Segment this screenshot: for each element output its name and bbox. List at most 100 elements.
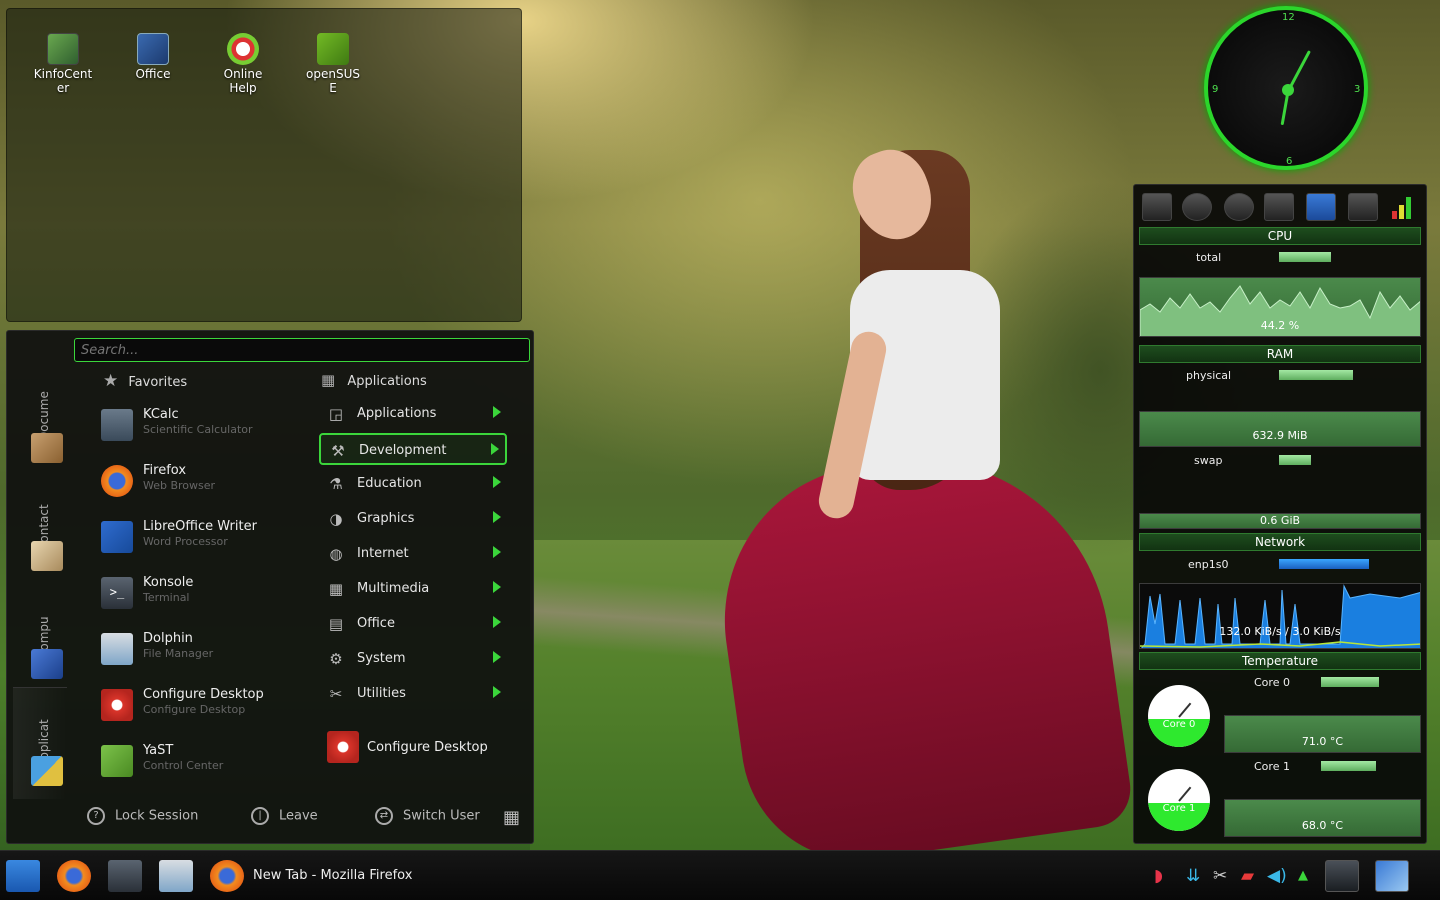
lock-session-button[interactable]: ? Lock Session bbox=[87, 807, 198, 825]
category-label: Office bbox=[357, 616, 395, 631]
firefox-launcher-icon[interactable] bbox=[57, 860, 91, 892]
favorite-subtitle: Control Center bbox=[143, 759, 224, 772]
favorite-title: Firefox bbox=[143, 463, 187, 478]
core1-gauge: Core 1 bbox=[1148, 769, 1210, 831]
core0-label: Core 0 bbox=[1254, 676, 1290, 689]
category-utilities[interactable]: ✂ Utilities bbox=[319, 678, 507, 710]
category-internet[interactable]: ◍ Internet bbox=[319, 538, 507, 570]
desktop-icon-online-help[interactable]: Online Help bbox=[203, 9, 283, 95]
tab-applications[interactable]: Applicat bbox=[13, 687, 67, 799]
writer-icon bbox=[101, 521, 133, 553]
category-office[interactable]: ▤ Office bbox=[319, 608, 507, 640]
expand-tray-icon[interactable]: ▲ bbox=[1298, 867, 1308, 885]
submenu-arrow-icon bbox=[493, 686, 501, 698]
film-icon: ▦ bbox=[328, 580, 344, 598]
desktop-icon-opensuse[interactable]: openSUS E bbox=[293, 9, 373, 95]
ram-physical-bar bbox=[1279, 370, 1353, 380]
favorite-dolphin[interactable]: Dolphin File Manager bbox=[101, 629, 301, 673]
gear-icon: ⚙ bbox=[329, 650, 343, 668]
favorite-yast[interactable]: YaST Control Center bbox=[101, 741, 301, 785]
palette-icon: ◑ bbox=[329, 510, 343, 528]
drive-tray-icon[interactable]: ▰ bbox=[1241, 867, 1254, 885]
category-multimedia[interactable]: ▦ Multimedia bbox=[319, 573, 507, 605]
network-title: Network bbox=[1254, 535, 1306, 549]
submenu-arrow-icon bbox=[493, 406, 501, 418]
desktop-pager-icon[interactable] bbox=[1375, 860, 1409, 892]
launcher-side-tabs: Docume Contact Compu Applicat bbox=[7, 331, 71, 811]
chevrons-down-icon[interactable]: ⇊ bbox=[1186, 867, 1200, 885]
favorite-kcalc[interactable]: KCalc Scientific Calculator bbox=[101, 405, 301, 449]
configure-desktop-label: Configure Desktop bbox=[367, 740, 488, 755]
desktop-icon-office[interactable]: Office bbox=[113, 9, 193, 81]
category-system[interactable]: ⚙ System bbox=[319, 643, 507, 675]
volume-icon[interactable]: ◀) bbox=[1267, 867, 1287, 885]
category-label: Graphics bbox=[357, 511, 415, 526]
scissors-icon[interactable]: ✂ bbox=[1213, 867, 1227, 885]
tab-computer[interactable]: Compu bbox=[13, 579, 67, 691]
applications-icon bbox=[31, 756, 63, 786]
firefox-task-icon[interactable] bbox=[210, 860, 244, 892]
ram-title: RAM bbox=[1266, 347, 1294, 361]
network-bar bbox=[1279, 559, 1369, 569]
dolphin-launcher-icon[interactable] bbox=[159, 860, 193, 892]
memory-icon[interactable] bbox=[1264, 193, 1294, 221]
system-monitor-widget: CPU total 44.2 % RAM physical 632.9 MiB … bbox=[1133, 184, 1427, 844]
konsole-launcher-icon[interactable] bbox=[108, 860, 142, 892]
applications-grid-icon: ▦ bbox=[321, 371, 336, 389]
favorite-title: LibreOffice Writer bbox=[143, 519, 257, 534]
core1-bar bbox=[1321, 761, 1376, 771]
network-icon[interactable] bbox=[1306, 193, 1336, 221]
clock-numeral: 3 bbox=[1354, 84, 1361, 95]
cpu-chip-icon[interactable] bbox=[1348, 193, 1378, 221]
switch-user-icon: ⇄ bbox=[375, 807, 393, 825]
cpu-header: CPU bbox=[1139, 227, 1421, 245]
favorite-subtitle: File Manager bbox=[143, 647, 214, 660]
cpu-title: CPU bbox=[1267, 229, 1293, 243]
app-menu-button[interactable] bbox=[6, 860, 40, 892]
configure-desktop-shortcut[interactable]: Configure Desktop bbox=[327, 731, 527, 765]
submenu-arrow-icon bbox=[493, 581, 501, 593]
network-header: Network bbox=[1139, 533, 1421, 551]
leave-button[interactable]: | Leave bbox=[251, 807, 318, 825]
favorite-subtitle: Word Processor bbox=[143, 535, 228, 548]
system-monitor-icon[interactable] bbox=[1325, 860, 1359, 892]
clock-numeral: 6 bbox=[1286, 156, 1293, 167]
favorites-header: ★ Favorites bbox=[103, 371, 187, 391]
power-icon: | bbox=[251, 807, 269, 825]
cpu-total-bar bbox=[1279, 252, 1331, 262]
category-applications[interactable]: ◲ Applications bbox=[319, 398, 507, 430]
submenu-arrow-icon bbox=[491, 443, 499, 455]
tab-label: Docume bbox=[37, 391, 51, 441]
task-window-title[interactable]: New Tab - Mozilla Firefox bbox=[253, 868, 412, 883]
ram-physical-graph: 632.9 MiB bbox=[1139, 411, 1421, 447]
core1-value: 68.0 °C bbox=[1301, 819, 1344, 832]
favorite-konsole[interactable]: >_ Konsole Terminal bbox=[101, 573, 301, 617]
switch-user-button[interactable]: ⇄ Switch User bbox=[375, 807, 480, 825]
document-icon: ▤ bbox=[328, 615, 344, 633]
desktop-icon-kinfocenter[interactable]: KinfoCent er bbox=[23, 9, 103, 95]
opensuse-icon bbox=[317, 33, 349, 65]
headphones-icon[interactable]: ◗ bbox=[1154, 867, 1163, 885]
settings-gear-icon bbox=[327, 731, 359, 763]
gauge-needle bbox=[1178, 702, 1192, 718]
signal-bars-icon[interactable] bbox=[1388, 193, 1418, 221]
category-label: Multimedia bbox=[357, 581, 430, 596]
tab-documents[interactable]: Docume bbox=[13, 361, 67, 473]
harddisk-icon[interactable] bbox=[1182, 193, 1212, 221]
analog-clock-widget[interactable]: 12 3 6 9 bbox=[1204, 6, 1368, 170]
favorite-configure-desktop[interactable]: Configure Desktop Configure Desktop bbox=[101, 685, 301, 729]
favorite-subtitle: Terminal bbox=[143, 591, 190, 604]
harddisk-icon[interactable] bbox=[1224, 193, 1254, 221]
favorite-libreoffice-writer[interactable]: LibreOffice Writer Word Processor bbox=[101, 517, 301, 561]
favorite-firefox[interactable]: Firefox Web Browser bbox=[101, 461, 301, 505]
category-development[interactable]: ⚒ Development bbox=[319, 433, 507, 465]
search-input[interactable] bbox=[74, 338, 530, 362]
tab-contacts[interactable]: Contact bbox=[13, 471, 67, 583]
clock-hour-hand bbox=[1280, 91, 1290, 126]
drive-icon[interactable] bbox=[1142, 193, 1172, 221]
network-value: 132.0 KiB/s / 3.0 KiB/s bbox=[1219, 625, 1341, 638]
category-graphics[interactable]: ◑ Graphics bbox=[319, 503, 507, 535]
category-education[interactable]: ⚗ Education bbox=[319, 468, 507, 500]
launcher-grid-button[interactable]: ▦ bbox=[503, 807, 520, 828]
favorite-subtitle: Configure Desktop bbox=[143, 703, 246, 716]
